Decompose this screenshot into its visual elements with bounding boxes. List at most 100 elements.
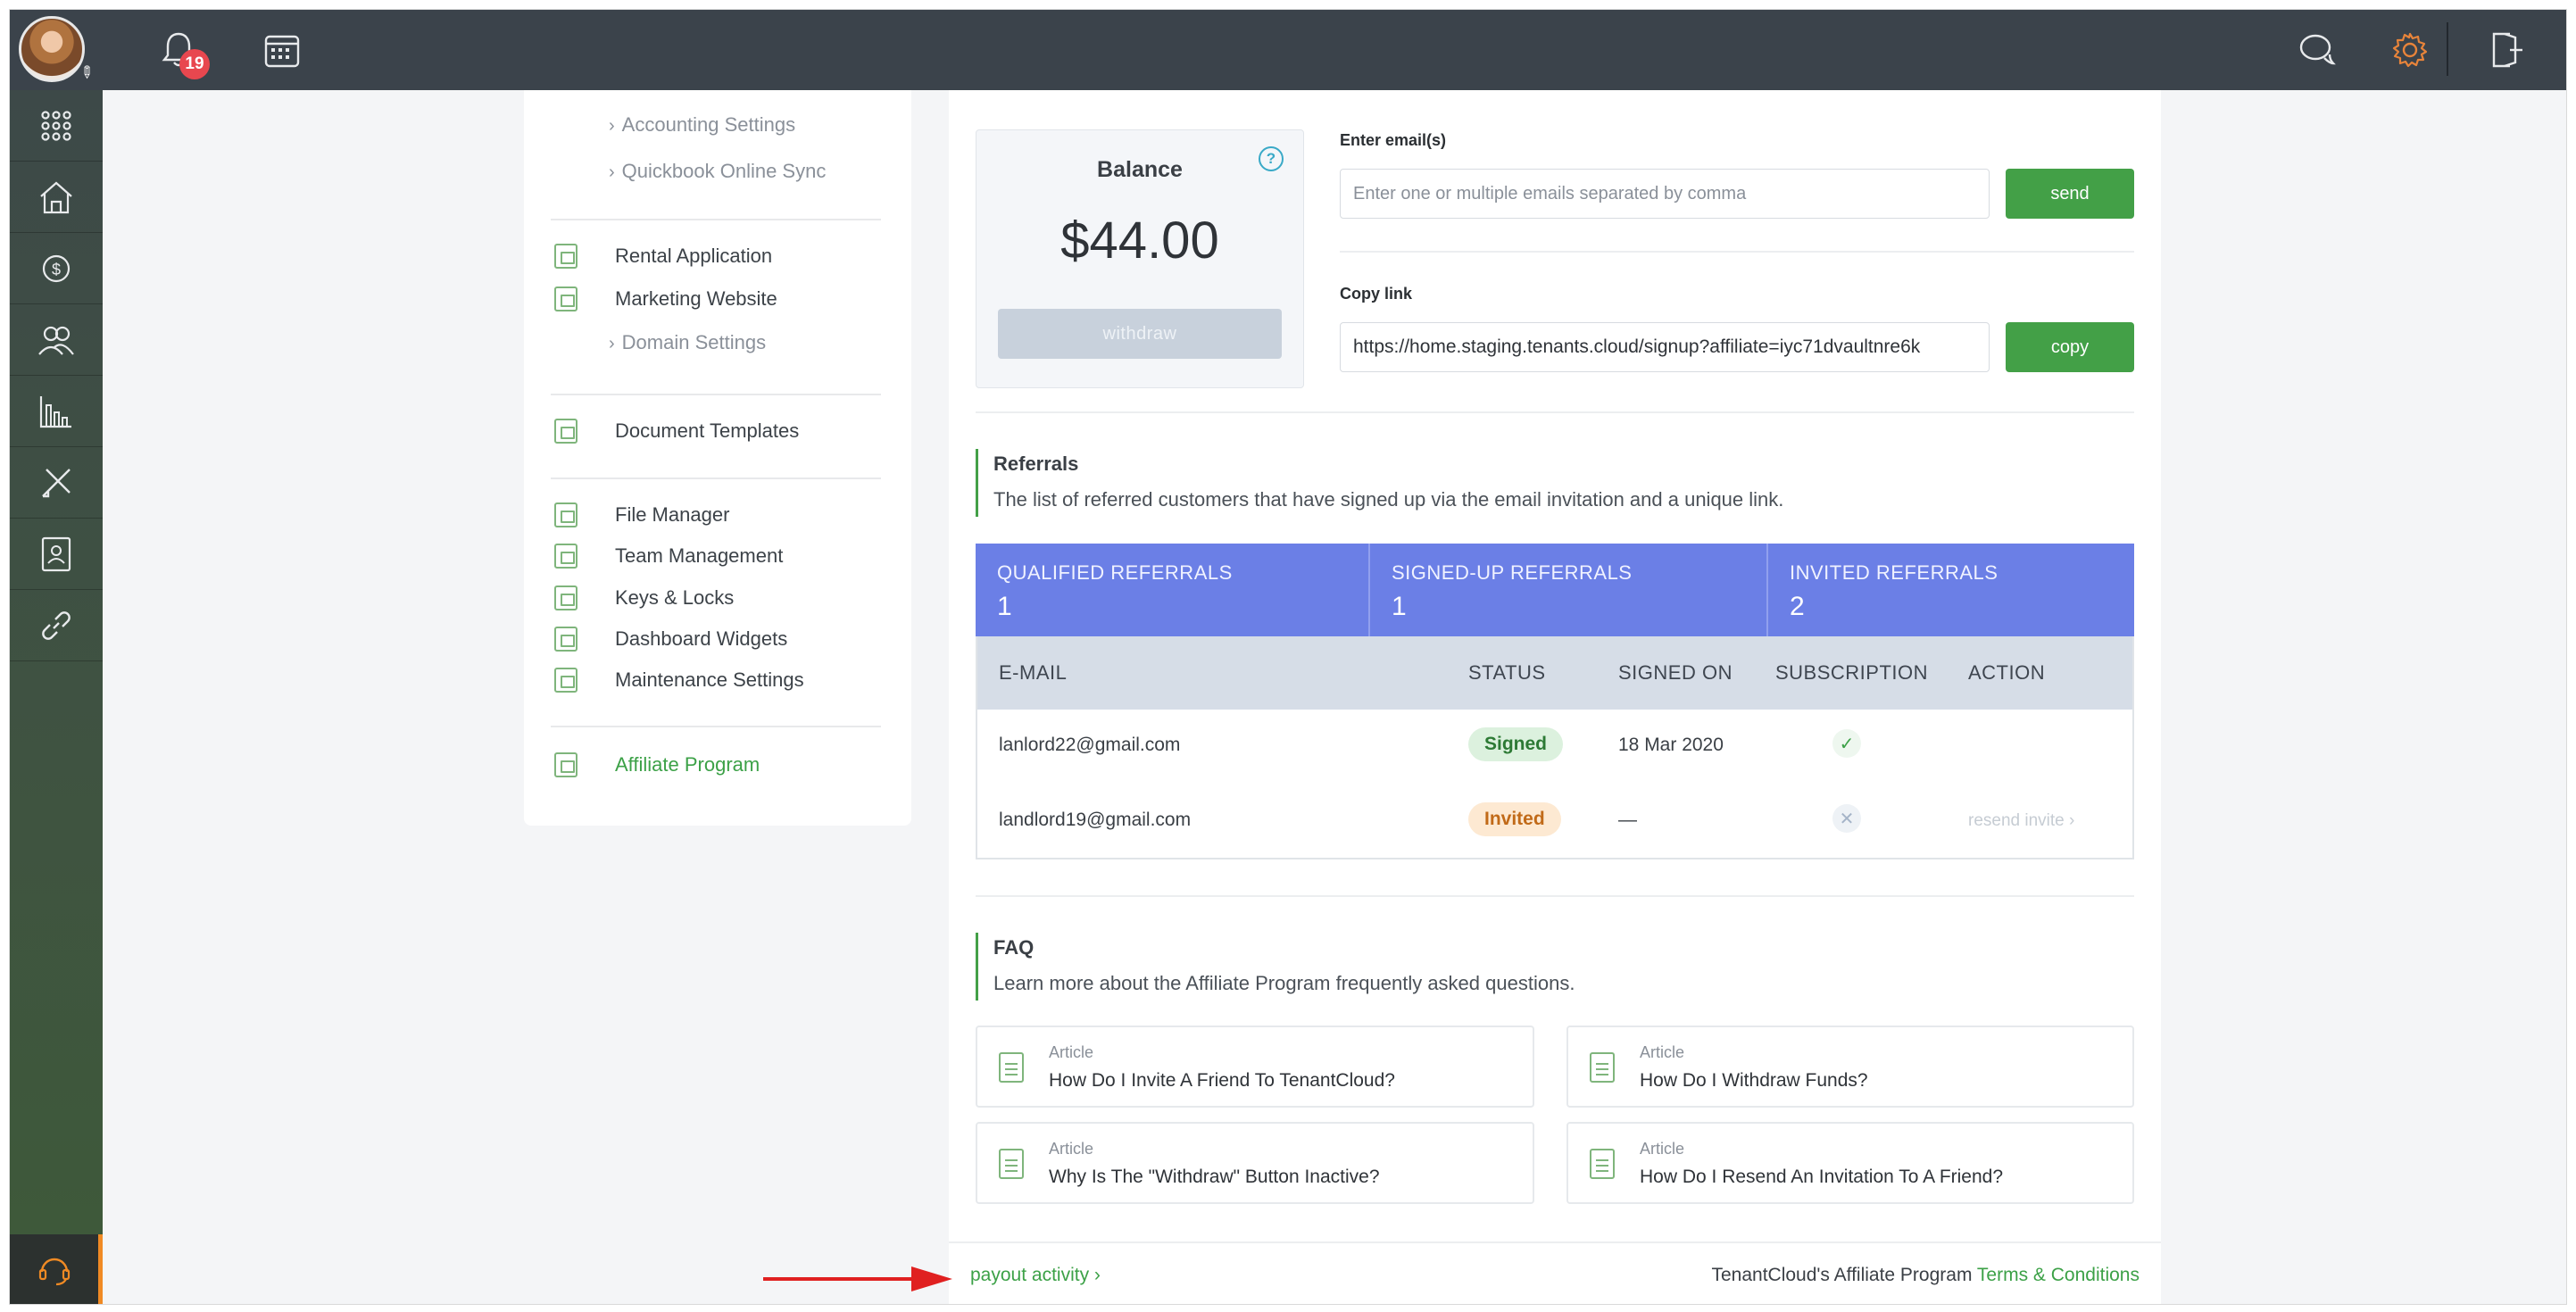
status-badge: Invited	[1468, 802, 1561, 836]
column-action: ACTION	[1968, 661, 2046, 684]
payout-activity-link[interactable]: payout activity ›	[970, 1265, 1101, 1286]
chevron-right-icon: ›	[609, 116, 615, 136]
email-input[interactable]: Enter one or multiple emails separated b…	[1340, 169, 1990, 219]
faq-article[interactable]: Article Why Is The "Withdraw" Button Ina…	[976, 1122, 1534, 1204]
faq-description: Learn more about the Affiliate Program f…	[993, 972, 1575, 994]
subscription-check-icon: ✓	[1832, 729, 1861, 758]
row-signed-on: —	[1618, 810, 1637, 830]
annotation-arrow-icon	[763, 1266, 952, 1291]
stat-signed-up: SIGNED-UP REFERRALS 1	[1370, 544, 1768, 636]
apps-grid-icon[interactable]	[10, 90, 103, 162]
topbar-divider	[2447, 22, 2448, 76]
menu-divider	[551, 477, 881, 479]
integrations-link-icon[interactable]	[10, 590, 103, 661]
settings-document-templates-link[interactable]: Document Templates	[554, 419, 799, 444]
affiliate-link-field[interactable]: https://home.staging.tenants.cloud/signu…	[1340, 322, 1990, 372]
balance-amount: $44.00	[1060, 212, 1219, 270]
menu-divider	[551, 726, 881, 727]
faq-article[interactable]: Article How Do I Resend An Invitation To…	[1566, 1122, 2134, 1204]
email-label: Enter email(s)	[1340, 131, 1447, 149]
referrals-description: The list of referred customers that have…	[993, 488, 1784, 511]
table-header: E-MAIL STATUS SIGNED ON SUBSCRIPTION ACT…	[977, 636, 2132, 710]
terms-conditions-link[interactable]: Terms & Conditions	[1977, 1265, 2140, 1285]
column-signed-on: SIGNED ON	[1618, 661, 1733, 684]
document-icon	[554, 244, 578, 269]
support-headset-icon[interactable]	[10, 1234, 103, 1304]
svg-text:$: $	[52, 261, 61, 278]
image-icon	[554, 286, 578, 311]
copy-button[interactable]: copy	[2006, 322, 2134, 372]
chevron-right-icon: ›	[609, 334, 615, 353]
settings-accounting-link[interactable]: › Accounting Settings	[609, 113, 795, 137]
settings-domain-link[interactable]: › Domain Settings	[609, 331, 766, 354]
faq-title: FAQ	[993, 936, 1035, 959]
column-email: E-MAIL	[999, 661, 1068, 684]
row-signed-on: 18 Mar 2020	[1618, 735, 1724, 755]
referrals-table: E-MAIL STATUS SIGNED ON SUBSCRIPTION ACT…	[976, 636, 2134, 859]
settings-gear-icon[interactable]	[2389, 29, 2431, 71]
logout-icon[interactable]	[2486, 29, 2527, 71]
article-icon	[1590, 1052, 1615, 1083]
column-status: STATUS	[1468, 661, 1546, 684]
settings-team-management-link[interactable]: Team Management	[554, 544, 783, 569]
team-icon	[554, 544, 578, 569]
affiliate-footer: payout activity › TenantCloud's Affiliat…	[949, 1241, 2161, 1304]
article-icon	[999, 1149, 1024, 1179]
row-email: lanlord22@gmail.com	[999, 735, 1181, 755]
chat-icon[interactable]	[2297, 29, 2338, 71]
chevron-right-icon: ›	[609, 162, 615, 182]
terms-text: TenantCloud's Affiliate Program Terms & …	[1711, 1265, 2140, 1285]
avatar[interactable]	[19, 16, 85, 82]
menu-divider	[551, 219, 881, 220]
faq-article[interactable]: Article How Do I Withdraw Funds?	[1566, 1026, 2134, 1108]
stat-qualified: QUALIFIED REFERRALS 1	[976, 544, 1370, 636]
help-icon[interactable]: ?	[1259, 146, 1284, 171]
article-icon	[1590, 1149, 1615, 1179]
article-icon	[999, 1052, 1024, 1083]
affiliate-main-panel: Balance ? $44.00 withdraw Enter email(s)…	[949, 90, 2161, 1304]
widgets-icon	[554, 627, 578, 652]
copy-link-label: Copy link	[1340, 285, 1413, 303]
gear-icon	[554, 668, 578, 693]
settings-marketing-website-link[interactable]: Marketing Website	[554, 286, 777, 311]
resend-invite-link[interactable]: resend invite ›	[1968, 811, 2074, 831]
settings-affiliate-program-link[interactable]: Affiliate Program	[554, 752, 760, 777]
key-icon	[554, 585, 578, 610]
settings-keys-locks-link[interactable]: Keys & Locks	[554, 585, 734, 610]
left-rail: $	[10, 90, 103, 1304]
status-badge: Signed	[1468, 727, 1564, 761]
properties-icon[interactable]	[10, 162, 103, 233]
maintenance-tools-icon[interactable]	[10, 447, 103, 519]
invite-divider	[1340, 251, 2134, 253]
reports-icon[interactable]	[10, 376, 103, 447]
withdraw-button[interactable]: withdraw	[998, 309, 1282, 359]
settings-rental-application-link[interactable]: Rental Application	[554, 244, 772, 269]
top-bar: ✎ 19	[10, 10, 2566, 90]
referral-stats: QUALIFIED REFERRALS 1 SIGNED-UP REFERRAL…	[976, 544, 2134, 636]
section-divider	[976, 895, 2134, 897]
settings-dashboard-widgets-link[interactable]: Dashboard Widgets	[554, 627, 787, 652]
affiliate-icon	[554, 752, 578, 777]
column-subscription: SUBSCRIPTION	[1775, 661, 1929, 684]
table-row: landlord19@gmail.com Invited — ✕ resend …	[977, 785, 2132, 859]
settings-menu: › Accounting Settings › Quickbook Online S…	[524, 90, 911, 826]
stat-invited: INVITED REFERRALS 2	[1790, 561, 1998, 621]
row-email: landlord19@gmail.com	[999, 810, 1192, 830]
table-row: lanlord22@gmail.com Signed 18 Mar 2020 ✓	[977, 710, 2132, 785]
section-divider	[976, 411, 2134, 413]
send-button[interactable]: send	[2006, 169, 2134, 219]
payments-icon[interactable]: $	[10, 233, 103, 304]
calendar-icon[interactable]	[262, 29, 303, 71]
faq-accent-bar	[976, 933, 978, 1001]
balance-title: Balance	[1097, 157, 1183, 182]
settings-maintenance-link[interactable]: Maintenance Settings	[554, 668, 804, 693]
settings-file-manager-link[interactable]: File Manager	[554, 502, 729, 527]
applications-icon[interactable]	[10, 519, 103, 590]
faq-article[interactable]: Article How Do I Invite A Friend To Tena…	[976, 1026, 1534, 1108]
settings-quickbook-link[interactable]: › Quickbook Online Sync	[609, 160, 826, 183]
balance-card: Balance ? $44.00 withdraw	[976, 129, 1304, 388]
template-icon	[554, 419, 578, 444]
people-icon[interactable]	[10, 304, 103, 376]
menu-divider	[551, 394, 881, 395]
referrals-title: Referrals	[993, 453, 1079, 475]
